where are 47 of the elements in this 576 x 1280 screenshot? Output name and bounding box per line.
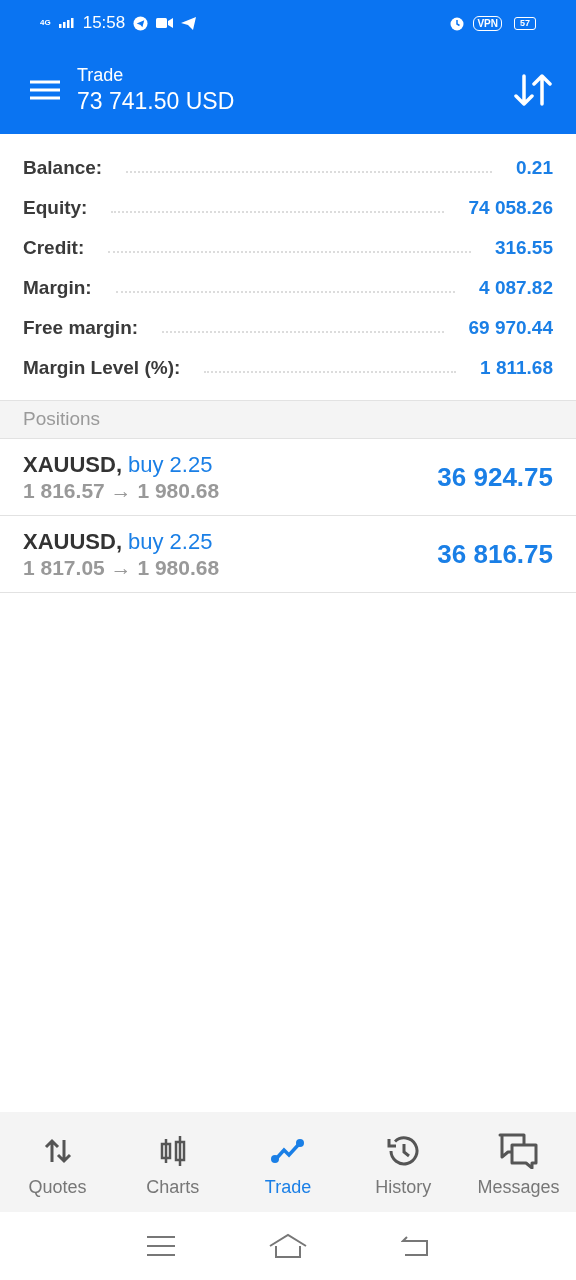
nav-tab[interactable]: Quotes [0, 1131, 116, 1201]
summary-value: 4 087.82 [479, 275, 553, 300]
home-icon[interactable] [269, 1233, 307, 1259]
arrows-icon [43, 1137, 72, 1164]
account-balance: 73 741.50 USD [77, 87, 235, 116]
candlestick-icon [158, 1134, 187, 1167]
history-icon [386, 1134, 421, 1167]
menu-icon[interactable] [30, 78, 60, 102]
telegram-icon [133, 15, 149, 31]
position-profit: 36 816.75 [437, 537, 553, 571]
sort-icon[interactable] [514, 72, 552, 108]
position-order: buy 2.25 [128, 527, 213, 555]
summary-value: 74 058.26 [468, 195, 553, 220]
network-indicator: 4G [40, 19, 51, 27]
nav-tab[interactable]: Messages [460, 1131, 576, 1201]
signal-icon [58, 18, 75, 28]
screen-title: Trade [77, 64, 125, 86]
position-prices: 1 816.57 → 1 980.68 [23, 477, 221, 504]
summary-value: 316.55 [494, 235, 553, 260]
summary-value: 1 811.68 [480, 355, 553, 380]
summary-label: Equity: [23, 195, 88, 220]
vpn-badge: VPN [473, 15, 502, 31]
video-icon [156, 17, 174, 29]
paper-plane-icon [181, 16, 197, 30]
battery-indicator: 57 [514, 16, 536, 30]
nav-tab[interactable]: Trade [230, 1131, 346, 1201]
summary-label: Credit: [23, 235, 85, 260]
trend-line-icon [271, 1137, 305, 1164]
back-icon[interactable] [401, 1235, 429, 1257]
clock-time: 15:58 [82, 12, 126, 35]
chat-icon [498, 1132, 539, 1169]
position-symbol: XAUUSD, [23, 527, 122, 555]
position-symbol: XAUUSD, [23, 450, 122, 478]
section-header: Positions [23, 407, 101, 432]
nav-tab[interactable]: Charts [115, 1131, 231, 1201]
alarm-icon [449, 15, 466, 31]
summary-label: Free margin: [23, 315, 139, 340]
recent-apps-icon[interactable] [147, 1235, 175, 1257]
position-profit: 36 924.75 [437, 460, 553, 494]
summary-label: Margin: [23, 275, 92, 300]
position-order: buy 2.25 [128, 450, 213, 478]
summary-value: 69 970.44 [468, 315, 553, 340]
summary-label: Balance: [23, 155, 103, 180]
position-prices: 1 817.05 → 1 980.68 [23, 554, 221, 581]
summary-value: 0.21 [516, 155, 553, 180]
summary-label: Margin Level (%): [23, 355, 181, 380]
nav-tab[interactable]: History [345, 1131, 461, 1201]
